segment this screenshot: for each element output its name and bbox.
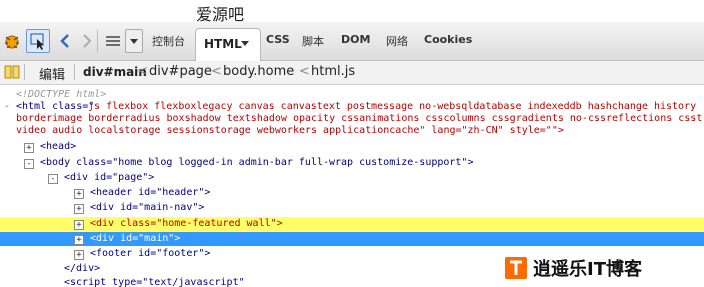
crumb-separator: < (299, 64, 310, 79)
watermark-logo-graphic: 逍遥乐IT博客 (505, 257, 643, 280)
crumb-separator: < (137, 64, 148, 79)
footer-node[interactable]: <footer id="footer"> (90, 248, 210, 260)
head-node[interactable]: <head> (40, 141, 76, 153)
tab-dom[interactable]: DOM (341, 33, 370, 46)
collapse-toggle[interactable]: - (24, 159, 34, 169)
tab-html[interactable]: HTML (195, 28, 261, 61)
header-node[interactable]: <header id="header"> (90, 187, 210, 199)
expand-toggle[interactable]: + (74, 235, 84, 245)
tab-css[interactable]: CSS (266, 33, 290, 46)
body-node[interactable]: <body class="home blog logged-in admin-b… (40, 157, 473, 169)
firebug-toolbar: 控制台 HTML CSS 脚本 DOM 网络 Cookies (0, 22, 704, 61)
html-class-line-1: js flexbox flexboxlegacy canvas canvaste… (82, 101, 697, 112)
watermark-logo: 逍遥乐IT博客 (505, 255, 695, 281)
div-close-tag: </div> (64, 263, 101, 274)
back-arrow-icon[interactable] (56, 31, 76, 51)
expand-toggle[interactable]: + (24, 143, 34, 153)
script-node[interactable]: <script type="text/javascript" (64, 277, 245, 287)
edit-button[interactable]: 编辑 (39, 64, 65, 83)
chevron-down-icon[interactable] (241, 41, 249, 46)
expand-toggle[interactable]: + (74, 220, 84, 230)
tab-console[interactable]: 控制台 (152, 33, 185, 49)
watermark-text: 逍遥乐IT博客 (533, 258, 643, 280)
page-heading: 爱源吧 (196, 5, 245, 22)
crumb-divider (74, 64, 75, 80)
tab-script[interactable]: 脚本 (302, 33, 324, 49)
forward-arrow-icon[interactable] (76, 31, 96, 51)
html-class-line-2: borderimage borderradius boxshadow texts… (16, 113, 703, 124)
page-title-strip: 爱源吧 (0, 0, 704, 22)
firebug-icon[interactable] (2, 31, 22, 51)
edit-icon[interactable] (4, 64, 20, 80)
collapse-toggle[interactable]: - (4, 101, 10, 113)
crumb-separator: < (211, 64, 222, 79)
inspect-cursor-icon (30, 33, 44, 50)
expand-toggle[interactable]: + (74, 189, 84, 199)
tab-cookies[interactable]: Cookies (424, 33, 472, 46)
crumb-divider (24, 64, 25, 80)
expand-toggle[interactable]: + (74, 204, 84, 214)
doctype-node: <!DOCTYPE html> (16, 89, 107, 100)
expand-toggle[interactable]: + (74, 250, 84, 260)
tab-html-label: HTML (204, 37, 242, 51)
chevron-down-icon (130, 39, 138, 44)
breadcrumb: 编辑 div#main < div#page < body.home < htm… (0, 61, 704, 85)
div-page-node[interactable]: <div id="page"> (64, 172, 154, 184)
tab-net[interactable]: 网络 (386, 33, 408, 49)
toolbar-divider (97, 30, 98, 52)
main-nav-node[interactable]: <div id="main-nav"> (90, 202, 204, 214)
html-class-line-3: video audio localstorage sessionstorage … (16, 125, 564, 136)
list-icon[interactable] (103, 31, 123, 51)
featured-node[interactable]: <div class="home-featured wall"> (90, 218, 283, 230)
inspect-button[interactable] (26, 29, 50, 53)
panel-menu-dropdown[interactable] (125, 29, 143, 53)
collapse-toggle[interactable]: - (48, 174, 58, 184)
crumb-div-page[interactable]: div#page (149, 64, 212, 79)
crumb-html-js[interactable]: html.js (311, 64, 355, 79)
main-node[interactable]: <div id="main"> (90, 233, 180, 245)
crumb-body-home[interactable]: body.home (223, 64, 294, 79)
